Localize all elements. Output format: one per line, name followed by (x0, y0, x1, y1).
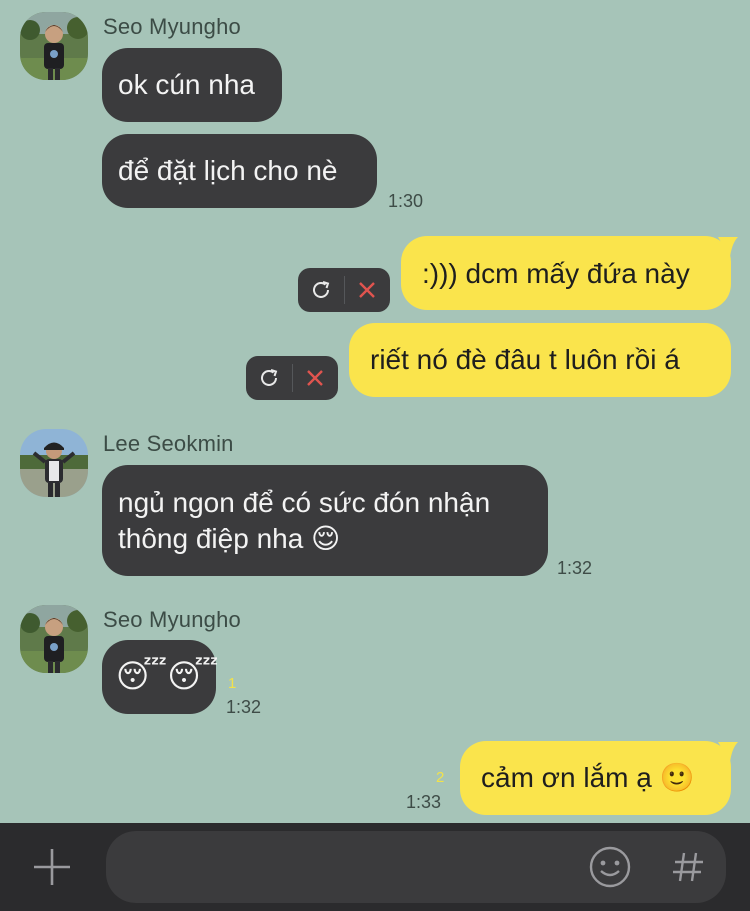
message-bubble-incoming[interactable]: để đặt lịch cho nè (102, 134, 377, 208)
message-text: ok cún nha (118, 69, 255, 100)
unread-count: 1 (228, 675, 237, 692)
hash-icon (673, 852, 703, 882)
message-bubble-outgoing[interactable]: riết nó đè đâu t luôn rồi á (349, 323, 731, 397)
message-text: riết nó đè đâu t luôn rồi á (370, 344, 680, 375)
refresh-icon (260, 369, 278, 386)
chat-area[interactable]: Seo Myungho ok cún nha để đặt lịch cho n… (0, 0, 750, 823)
hashtag-button[interactable] (666, 845, 710, 889)
avatar-seo-myungho[interactable] (20, 12, 88, 80)
unread-count: 2 (436, 769, 445, 786)
message-bubble-incoming[interactable]: ok cún nha (102, 48, 282, 122)
cancel-send-button[interactable] (345, 268, 391, 312)
message-bubble-incoming[interactable]: 😴😴 (102, 640, 219, 714)
close-icon (359, 282, 376, 298)
close-icon (307, 370, 324, 386)
retry-button[interactable] (298, 268, 344, 312)
avatar-photo (20, 429, 88, 497)
message-time: 1:32 (557, 558, 593, 578)
sender-name: Seo Myungho (103, 14, 241, 39)
avatar-seo-myungho[interactable] (20, 605, 88, 673)
message-time: 1:33 (406, 792, 442, 812)
failed-message-actions (246, 356, 338, 400)
message-input[interactable] (106, 831, 726, 903)
attach-button[interactable] (30, 845, 74, 889)
message-time: 1:30 (388, 191, 424, 211)
avatar-photo (20, 12, 88, 80)
failed-message-actions (298, 268, 390, 312)
message-text: 😴😴 (116, 658, 219, 694)
retry-button[interactable] (246, 356, 292, 400)
plus-icon (34, 849, 70, 885)
message-bubble-outgoing[interactable]: :))) dcm mấy đứa này (401, 236, 731, 310)
sender-name: Seo Myungho (103, 607, 241, 632)
message-bubble-outgoing[interactable]: cảm ơn lắm ạ 🙂 (460, 741, 731, 815)
refresh-icon (312, 281, 330, 298)
message-text-line: thông điệp nha 😌 (118, 523, 341, 554)
emoji-button[interactable] (588, 845, 632, 889)
message-bubble-incoming[interactable]: ngủ ngon để có sức đón nhận thông điệp n… (102, 465, 548, 576)
avatar-lee-seokmin[interactable] (20, 429, 88, 497)
message-text: để đặt lịch cho nè (118, 155, 338, 186)
bubble-tail (718, 237, 738, 257)
bubble-tail (718, 742, 738, 762)
message-text: :))) dcm mấy đứa này (422, 258, 690, 289)
sender-name: Lee Seokmin (103, 431, 234, 456)
avatar-photo (20, 605, 88, 673)
cancel-send-button[interactable] (293, 356, 339, 400)
message-text: cảm ơn lắm ạ 🙂 (481, 762, 695, 793)
emoji-icon (589, 846, 631, 888)
message-text-line: ngủ ngon để có sức đón nhận (118, 487, 491, 518)
message-composer-bar (0, 823, 750, 911)
message-time: 1:32 (226, 697, 262, 717)
